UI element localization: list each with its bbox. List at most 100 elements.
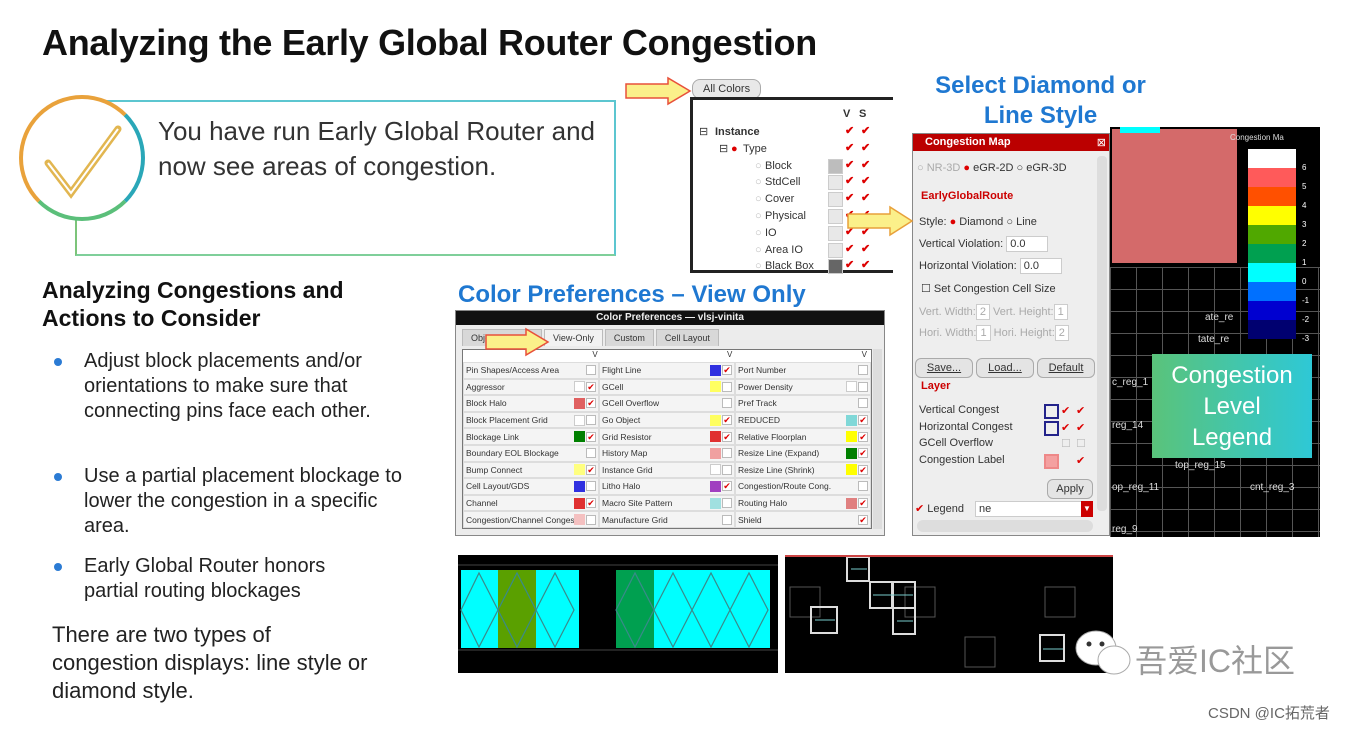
radio-icon[interactable]: ○	[755, 258, 762, 274]
color-swatch[interactable]	[574, 514, 585, 526]
tree-item[interactable]: Cover	[765, 191, 794, 207]
visibility-checkbox[interactable]: ✔	[845, 141, 854, 154]
layer-checkbox[interactable]: ✔	[1076, 421, 1085, 434]
color-item[interactable]: Bump Connect ✔	[463, 461, 599, 479]
visible-checkbox[interactable]: ✔	[858, 464, 868, 475]
color-swatch[interactable]	[846, 398, 857, 409]
radio-egr3d[interactable]: ○ eGR-3D	[1017, 162, 1067, 174]
visible-checkbox[interactable]: ✔	[586, 431, 596, 442]
tree-item[interactable]: IO	[765, 225, 777, 241]
color-item[interactable]: Pref Track	[735, 395, 871, 412]
color-swatch[interactable]	[710, 431, 721, 443]
color-swatch[interactable]	[710, 447, 721, 459]
layer-checkbox[interactable]: ☐	[1076, 437, 1086, 450]
horizontal-violation-input[interactable]: 0.0	[1019, 258, 1062, 274]
color-item[interactable]: Routing Halo ✔	[735, 494, 871, 512]
radio-icon[interactable]: ○	[755, 208, 762, 224]
visibility-checkbox[interactable]: ✔	[861, 141, 870, 154]
vertical-violation-input[interactable]: 0.0	[1006, 236, 1049, 252]
visible-checkbox[interactable]: ✔	[722, 481, 732, 492]
set-cell-size-checkbox[interactable]: ☐ Set Congestion Cell Size	[921, 282, 1056, 295]
radio-nr3d[interactable]: ○ NR-3D	[917, 162, 960, 174]
radio-icon[interactable]: ○	[755, 174, 762, 190]
color-swatch[interactable]	[574, 464, 585, 476]
horizontal-scrollbar[interactable]	[917, 520, 1093, 532]
color-swatch[interactable]	[828, 192, 843, 208]
radio-icon[interactable]: ○	[755, 158, 762, 174]
tree-item[interactable]: Area IO	[765, 242, 803, 258]
visible-checkbox[interactable]	[586, 514, 596, 525]
color-swatch[interactable]	[846, 365, 857, 376]
layer-checkbox[interactable]: ✔	[1076, 404, 1085, 417]
radio-diamond[interactable]: ●	[947, 216, 960, 228]
color-swatch[interactable]	[574, 397, 585, 409]
color-swatch[interactable]	[710, 480, 721, 492]
visibility-checkbox[interactable]: ✔	[845, 174, 854, 187]
color-swatch[interactable]	[710, 514, 721, 525]
visibility-checkbox[interactable]: ✔	[861, 242, 870, 255]
tree-item[interactable]: Physical	[765, 208, 806, 224]
color-swatch[interactable]	[846, 381, 857, 393]
color-swatch[interactable]	[846, 481, 857, 492]
radio-line[interactable]: ○	[1006, 216, 1016, 228]
color-swatch[interactable]	[710, 364, 721, 376]
visible-checkbox[interactable]	[586, 415, 596, 426]
visible-checkbox[interactable]	[722, 514, 732, 525]
color-item[interactable]: Go Object ✔	[599, 411, 735, 429]
visible-checkbox[interactable]	[858, 398, 868, 409]
color-item[interactable]: Port Number	[735, 362, 871, 379]
visible-checkbox[interactable]: ✔	[858, 498, 868, 509]
color-swatch[interactable]	[574, 497, 585, 509]
visible-checkbox[interactable]	[722, 498, 732, 509]
visible-checkbox[interactable]: ✔	[858, 415, 868, 426]
color-item[interactable]: Shield ✔	[735, 511, 871, 528]
all-colors-button[interactable]: All Colors	[692, 79, 762, 99]
color-swatch[interactable]	[710, 381, 721, 393]
tree-item[interactable]: Instance	[715, 124, 760, 140]
hori-height-input[interactable]: 2	[1054, 325, 1069, 341]
color-item[interactable]: Instance Grid	[599, 461, 735, 479]
visible-checkbox[interactable]: ✔	[858, 431, 868, 442]
visibility-checkbox[interactable]: ✔	[845, 191, 854, 204]
visible-checkbox[interactable]: ✔	[858, 514, 868, 525]
radio-icon[interactable]: ○	[755, 242, 762, 258]
color-swatch[interactable]	[574, 365, 585, 376]
color-item[interactable]: Channel ✔	[463, 494, 599, 512]
color-swatch[interactable]	[574, 414, 585, 426]
color-swatch[interactable]	[846, 431, 857, 443]
color-swatch[interactable]	[710, 398, 721, 409]
load-button[interactable]: Load...	[976, 358, 1034, 378]
visible-checkbox[interactable]: ✔	[722, 415, 732, 426]
color-swatch[interactable]	[710, 414, 721, 426]
color-item[interactable]: Relative Floorplan ✔	[735, 428, 871, 445]
color-item[interactable]: GCell	[599, 378, 735, 396]
color-item[interactable]: Block Placement Grid	[463, 411, 599, 429]
hori-width-input[interactable]: 1	[976, 325, 991, 341]
layer-checkbox[interactable]: ☐	[1061, 437, 1071, 450]
color-swatch[interactable]	[710, 497, 721, 509]
dropdown-arrow-icon[interactable]: ▼	[1081, 501, 1093, 517]
visible-checkbox[interactable]	[858, 365, 868, 376]
color-item[interactable]: Congestion/Channel Congestion	[463, 511, 599, 528]
color-item[interactable]: GCell Overflow	[599, 395, 735, 412]
visible-checkbox[interactable]	[722, 381, 732, 392]
color-swatch[interactable]	[710, 464, 721, 476]
visibility-checkbox[interactable]: ✔	[845, 124, 854, 137]
visible-checkbox[interactable]: ✔	[722, 431, 732, 442]
visible-checkbox[interactable]	[586, 365, 596, 376]
tab-custom[interactable]: Custom	[604, 329, 654, 346]
color-item[interactable]: Boundary EOL Blockage	[463, 444, 599, 462]
color-swatch[interactable]	[846, 447, 857, 459]
color-item[interactable]: REDUCED ✔	[735, 411, 871, 429]
layer-color-swatch[interactable]	[1044, 404, 1059, 419]
visible-checkbox[interactable]: ✔	[858, 448, 868, 459]
color-swatch[interactable]	[828, 209, 843, 224]
color-swatch[interactable]	[828, 259, 843, 275]
color-swatch[interactable]	[574, 480, 585, 492]
color-swatch[interactable]	[846, 514, 857, 525]
visible-checkbox[interactable]	[858, 381, 868, 392]
color-swatch[interactable]	[846, 464, 857, 476]
tree-item[interactable]: Black Box	[765, 258, 814, 274]
color-swatch[interactable]	[828, 225, 843, 241]
color-item[interactable]: Resize Line (Expand) ✔	[735, 444, 871, 462]
